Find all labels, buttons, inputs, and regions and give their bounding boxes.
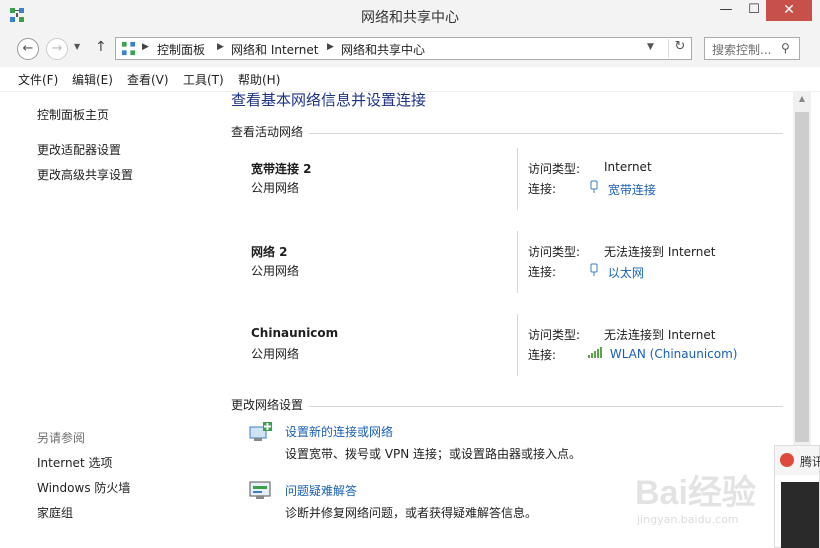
- wlan-connection-link[interactable]: WLAN (Chinaunicom): [588, 346, 737, 361]
- access-type-label: 访问类型:: [528, 328, 581, 342]
- back-button[interactable]: ←: [17, 38, 39, 60]
- broadband-connection-link[interactable]: 宽带连接: [588, 180, 656, 198]
- windows-firewall-link[interactable]: Windows 防火墙: [37, 479, 130, 496]
- access-type-label: 访问类型:: [528, 245, 581, 259]
- network-type-link[interactable]: 公用网络: [251, 262, 299, 279]
- watermark-url: jingyan.baidu.com: [637, 513, 739, 526]
- network-name: 网络 2: [251, 245, 288, 259]
- menu-edit[interactable]: 编辑(E): [72, 71, 113, 88]
- tencent-logo-icon: [780, 453, 794, 467]
- connection-name[interactable]: 以太网: [608, 266, 644, 280]
- address-bar[interactable]: ▶ 控制面板 ▶ 网络和 Internet ▶ 网络和共享中心 ▼ ↻: [115, 37, 692, 60]
- breadcrumb-network-internet[interactable]: 网络和 Internet: [231, 41, 318, 58]
- connection-label: 连接:: [528, 348, 557, 362]
- ethernet-icon: [590, 263, 598, 276]
- refresh-icon[interactable]: ↻: [668, 39, 691, 58]
- maximize-button[interactable]: ☐: [739, 0, 769, 21]
- close-button[interactable]: ✕: [766, 0, 812, 21]
- connection-name[interactable]: 宽带连接: [608, 183, 656, 197]
- network-type-link[interactable]: 公用网络: [251, 179, 299, 196]
- change-adapter-settings-link[interactable]: 更改适配器设置: [37, 141, 121, 158]
- change-advanced-sharing-link[interactable]: 更改高级共享设置: [37, 166, 133, 183]
- watermark: Bai经验 jingyan.baidu.com: [625, 455, 770, 535]
- change-settings-heading: 更改网络设置: [231, 398, 304, 412]
- search-icon[interactable]: ⚲: [781, 41, 790, 55]
- ethernet-connection-link[interactable]: 以太网: [588, 263, 644, 281]
- search-placeholder: 搜索控制...: [712, 43, 772, 57]
- popup-image[interactable]: [781, 482, 819, 548]
- network-divider: [517, 231, 518, 293]
- troubleshoot-desc: 诊断并修复网络问题，或者获得疑难解答信息。: [285, 506, 538, 520]
- breadcrumb-separator[interactable]: ▶: [142, 42, 149, 52]
- search-box[interactable]: 搜索控制... ⚲: [704, 37, 800, 60]
- network-type-link[interactable]: 公用网络: [251, 345, 299, 362]
- new-connection-icon: [249, 422, 272, 441]
- troubleshoot-icon: [249, 481, 271, 499]
- active-networks-heading: 查看活动网络: [231, 125, 304, 139]
- forward-button[interactable]: →: [46, 38, 68, 60]
- menu-tools[interactable]: 工具(T): [183, 71, 224, 88]
- menu-help[interactable]: 帮助(H): [238, 71, 280, 88]
- breadcrumb-control-panel[interactable]: 控制面板: [157, 41, 205, 58]
- see-also-heading: 另请参阅: [37, 431, 86, 445]
- scroll-up-icon[interactable]: ▲: [793, 94, 811, 103]
- menu-file[interactable]: 文件(F): [18, 71, 58, 88]
- internet-options-link[interactable]: Internet 选项: [37, 454, 112, 471]
- troubleshoot-link[interactable]: 问题疑难解答: [285, 482, 357, 499]
- notification-popup[interactable]: 腾讯: [774, 445, 820, 548]
- page-title: 查看基本网络信息并设置连接: [231, 91, 427, 109]
- access-type-value: Internet: [604, 160, 652, 174]
- left-navigation-pane: 控制面板主页 更改适配器设置 更改高级共享设置 另请参阅 Internet 选项…: [0, 92, 214, 548]
- control-panel-icon: [121, 41, 136, 56]
- window-title: 网络和共享中心: [361, 10, 459, 26]
- connection-name[interactable]: WLAN (Chinaunicom): [610, 347, 738, 361]
- popup-title: 腾讯: [800, 455, 820, 469]
- setup-new-connection-link[interactable]: 设置新的连接或网络: [285, 423, 393, 440]
- homegroup-link[interactable]: 家庭组: [37, 504, 73, 521]
- popup-header: 腾讯: [775, 446, 820, 475]
- menu-view[interactable]: 查看(V): [127, 71, 169, 88]
- breadcrumb-separator[interactable]: ▶: [327, 42, 334, 52]
- scroll-thumb[interactable]: [795, 112, 809, 442]
- minimize-button[interactable]: —: [711, 0, 741, 21]
- navigation-bar: ← → ▼ ↑ ▶ 控制面板 ▶ 网络和 Internet ▶ 网络和共享中心 …: [0, 31, 820, 67]
- title-bar: 网络和共享中心 — ☐ ✕: [0, 0, 820, 31]
- section-divider: [309, 406, 783, 407]
- network-name: Chinaunicom: [251, 326, 339, 340]
- access-type-value: 无法连接到 Internet: [604, 245, 716, 259]
- section-divider: [309, 133, 783, 134]
- address-dropdown-icon[interactable]: ▼: [647, 42, 654, 52]
- breadcrumb-separator[interactable]: ▶: [217, 42, 224, 52]
- access-type-label: 访问类型:: [528, 162, 581, 176]
- network-divider: [517, 314, 518, 376]
- breadcrumb-network-sharing-center[interactable]: 网络和共享中心: [341, 41, 425, 58]
- access-type-value: 无法连接到 Internet: [604, 328, 716, 342]
- control-panel-home-link[interactable]: 控制面板主页: [37, 106, 109, 123]
- network-divider: [517, 148, 518, 210]
- recent-locations-button[interactable]: ▼: [74, 42, 80, 51]
- wifi-signal-icon: [588, 347, 602, 358]
- dialup-icon: [590, 180, 598, 193]
- connection-label: 连接:: [528, 182, 557, 196]
- connection-label: 连接:: [528, 265, 557, 279]
- network-name: 宽带连接 2: [251, 162, 312, 176]
- up-button[interactable]: ↑: [95, 39, 107, 55]
- watermark-logo: Bai经验: [635, 474, 756, 512]
- setup-new-connection-desc: 设置宽带、拨号或 VPN 连接；或设置路由器或接入点。: [285, 447, 582, 461]
